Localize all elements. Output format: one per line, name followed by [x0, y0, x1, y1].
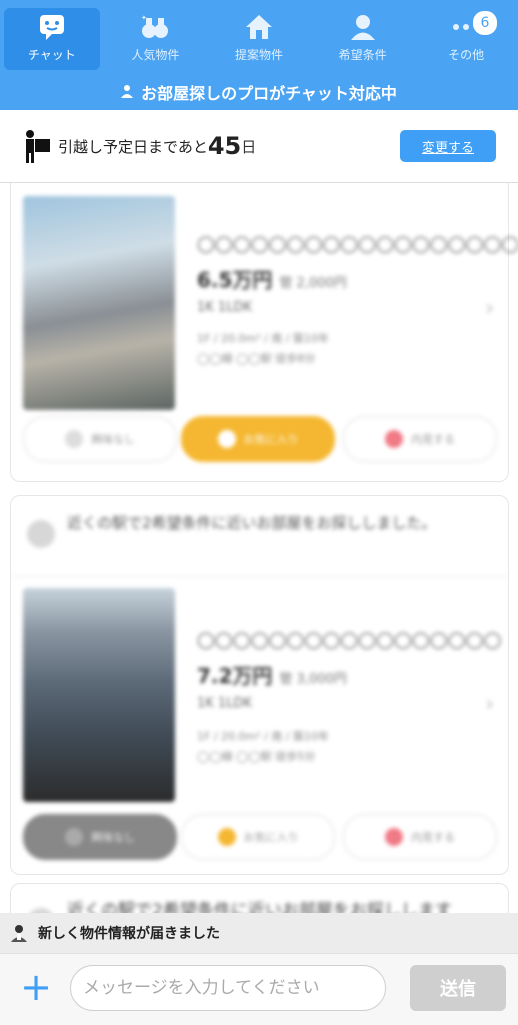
viewing-request-button[interactable]: 内見する	[343, 814, 497, 860]
favorite-button[interactable]: お気に入り	[181, 416, 335, 462]
moving-person-icon	[22, 129, 52, 163]
property-card[interactable]: ◯◯◯◯◯◯◯◯◯◯◯◯◯◯◯◯◯◯ 6.5万円 管 2,000円 1K 1LD…	[10, 183, 518, 482]
property-access: ◯◯線 ◯◯駅 徒歩8分	[197, 352, 316, 365]
binoculars-icon: ✦	[140, 12, 170, 42]
nav-tab-popular[interactable]: ✦ 人気物件	[104, 0, 208, 74]
agent-message: 近くの駅で2希望条件に近いお部屋をお探しします	[11, 884, 508, 913]
countdown-unit: 日	[241, 137, 257, 156]
property-rooms: 1K 1LDK	[197, 300, 252, 315]
top-navigation: チャット ✦ 人気物件 提案物件 希望条件 その他 6	[0, 0, 518, 74]
chevron-right-icon: ›	[485, 692, 494, 717]
plus-icon[interactable]: +	[18, 968, 54, 1006]
nav-tab-label: チャット	[27, 47, 76, 62]
nav-tab-label: その他	[448, 47, 485, 62]
favorite-button[interactable]: お気に入り	[181, 814, 335, 860]
property-photo	[23, 196, 175, 410]
chat-feed[interactable]: ◯◯◯◯◯◯◯◯◯◯◯◯◯◯◯◯◯◯ 6.5万円 管 2,000円 1K 1LD…	[0, 183, 518, 913]
nav-tab-other[interactable]: その他 6	[414, 0, 518, 74]
new-listing-toast[interactable]: 新しく物件情報が届きました	[0, 913, 518, 953]
property-meta: 1F / 20.0m² / 南 / 築10年	[197, 332, 330, 345]
agent-avatar-icon	[10, 924, 28, 942]
agent-icon	[121, 83, 135, 102]
property-photo	[23, 588, 175, 802]
toast-text: 新しく物件情報が届きました	[38, 926, 220, 942]
property-title: ◯◯◯◯◯◯◯◯◯◯◯◯◯◯◯◯◯	[197, 630, 502, 649]
change-date-button[interactable]: 変更する	[400, 130, 496, 162]
chat-icon	[37, 12, 67, 42]
nav-tab-suggested[interactable]: 提案物件	[207, 0, 311, 74]
message-composer: + 送信	[0, 953, 518, 1025]
agent-avatar	[27, 520, 55, 548]
send-button[interactable]: 送信	[410, 965, 506, 1011]
property-title: ◯◯◯◯◯◯◯◯◯◯◯◯◯◯◯◯◯◯	[197, 234, 518, 253]
promo-text: お部屋探しのプロがチャット対応中	[141, 84, 397, 103]
house-icon	[244, 12, 274, 42]
chevron-right-icon: ›	[485, 296, 494, 321]
property-card[interactable]: 近くの駅で2希望条件に近いお部屋をお探ししました。 ◯◯◯◯◯◯◯◯◯◯◯◯◯◯…	[10, 495, 509, 875]
agent-message: 近くの駅で2希望条件に近いお部屋をお探ししました。	[11, 496, 508, 577]
person-icon	[348, 12, 378, 42]
property-meta: 1F / 20.0m² / 南 / 築10年	[197, 730, 330, 743]
property-rooms: 1K 1LDK	[197, 696, 252, 711]
countdown-text: 引越し予定日まであと	[58, 137, 208, 156]
moving-countdown-bar: 引越し予定日まであと 45 日 変更する	[0, 110, 518, 183]
countdown-days: 45	[207, 132, 242, 160]
promo-banner: お部屋探しのプロがチャット対応中	[0, 74, 518, 110]
nav-tab-chat[interactable]: チャット	[0, 0, 104, 74]
not-interested-button[interactable]: 興味なし	[23, 814, 177, 860]
notification-badge: 6	[471, 10, 498, 36]
svg-text:✦: ✦	[141, 14, 147, 22]
nav-tab-label: 提案物件	[234, 47, 283, 62]
agent-message-text: 近くの駅で2希望条件に近いお部屋をお探ししました。	[67, 514, 437, 532]
nav-tab-preferences[interactable]: 希望条件	[311, 0, 415, 74]
nav-tab-label: 希望条件	[338, 47, 387, 62]
property-access: ◯◯線 ◯◯駅 徒歩5分	[197, 750, 316, 763]
property-price: 7.2万円 管 3,000円	[197, 664, 347, 688]
message-input[interactable]	[70, 965, 386, 1011]
agent-message-text: 近くの駅で2希望条件に近いお部屋をお探しします	[67, 901, 452, 913]
nav-tab-label: 人気物件	[131, 47, 180, 62]
not-interested-button[interactable]: 興味なし	[23, 416, 177, 462]
property-price: 6.5万円 管 2,000円	[197, 268, 347, 292]
agent-message-card: 近くの駅で2希望条件に近いお部屋をお探しします	[10, 883, 509, 913]
viewing-request-button[interactable]: 内見する	[343, 416, 497, 462]
